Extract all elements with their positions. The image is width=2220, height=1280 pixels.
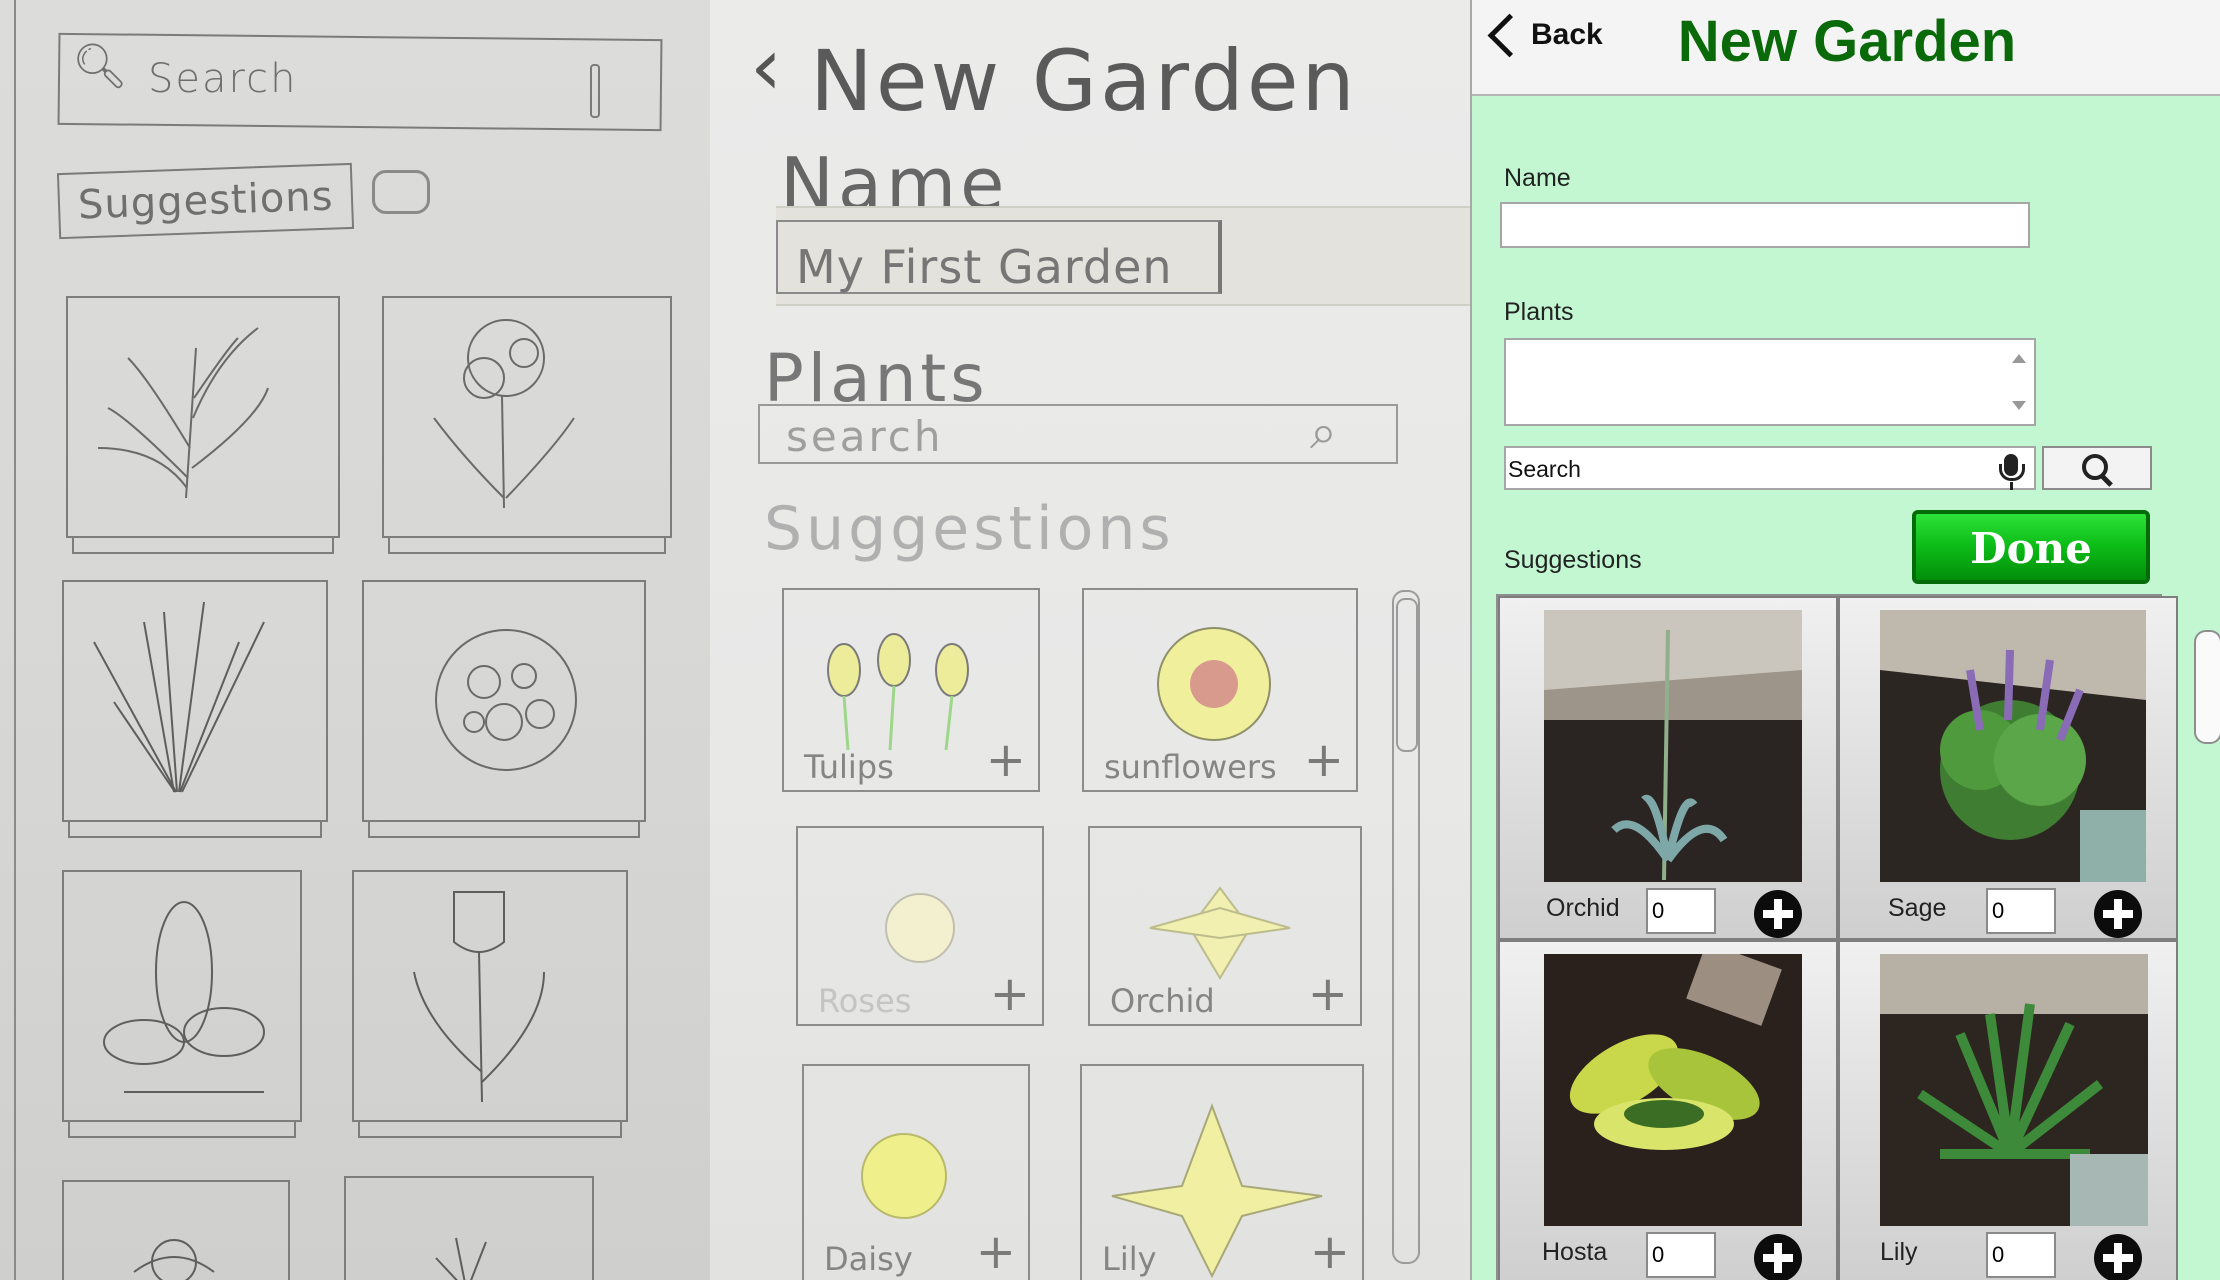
sketch-plant-tile <box>352 870 628 1138</box>
done-button[interactable]: Done <box>1912 510 2150 584</box>
plus-icon: + <box>1309 1224 1350 1280</box>
suggestion-card: Hosta <box>1498 940 1838 1280</box>
sketch-suggestions-label: Suggestions <box>764 494 1175 564</box>
camera-icon <box>372 170 430 214</box>
sketch-tile-label: Daisy <box>824 1240 913 1278</box>
plant-name: Orchid <box>1546 894 1620 922</box>
quantity-input[interactable] <box>1986 888 2056 934</box>
sketch-scroll-thumb <box>1396 598 1418 752</box>
suggestion-card: Orchid <box>1498 596 1838 940</box>
add-plus-icon[interactable] <box>1754 1234 1802 1280</box>
app-new-garden-screen: Back New Garden Name Plants Search Sugge… <box>1470 0 2220 1280</box>
plant-name: Sage <box>1888 894 1947 922</box>
sage-photo <box>1880 610 2146 882</box>
top-bar: Back New Garden <box>1472 0 2220 96</box>
sketch-plant-tile <box>66 296 340 554</box>
sketch-plant-tile <box>62 1180 290 1280</box>
sketch-tile-label: Lily <box>1102 1240 1157 1278</box>
sketch-plant-tile <box>382 296 672 554</box>
plants-list-scrollbar[interactable] <box>2008 340 2034 424</box>
tulip-drawing <box>413 891 545 1103</box>
sketch-name-value: My First Garden <box>796 240 1173 294</box>
plants-label: Plants <box>1504 298 1574 326</box>
sketch-suggestions-label: Suggestions <box>56 162 355 240</box>
microphone-icon <box>590 64 600 118</box>
lily-photo <box>1880 954 2148 1226</box>
suggestions-grid: Orchid Sage Hosta Lily <box>1496 594 2178 1280</box>
add-plus-icon[interactable] <box>1754 890 1802 938</box>
leafy-plant-drawing <box>103 901 265 1093</box>
name-input[interactable] <box>1500 202 2030 248</box>
search-icon: ⌕ <box>1310 404 1337 460</box>
add-plus-icon[interactable] <box>2094 1234 2142 1280</box>
search-button[interactable] <box>2042 446 2152 490</box>
sketch-tile-label: Roses <box>818 982 912 1020</box>
flower-drawing <box>433 319 575 509</box>
suggestions-scrollbar[interactable] <box>2194 630 2220 744</box>
microphone-icon[interactable] <box>1999 454 2025 490</box>
paper-sketch-new-garden: ‹ New Garden Name My First Garden Plants… <box>710 0 1470 1280</box>
grass-plant-drawing <box>97 327 269 499</box>
search-input[interactable]: Search <box>1504 446 2036 490</box>
suggestion-card: Lily <box>1838 940 2178 1280</box>
small-plant-drawing <box>435 1237 487 1280</box>
page-title: New Garden <box>1677 9 2017 74</box>
plus-icon: + <box>1303 732 1344 788</box>
sketch-title: New Garden <box>810 32 1358 130</box>
search-input-text: Search <box>1508 456 1581 482</box>
sketch-suggestion-tile: Orchid + <box>1088 826 1362 1026</box>
sketch-suggestion-tile: Daisy + <box>802 1064 1030 1280</box>
sketch-suggestion-tile: Tulips + <box>782 588 1040 792</box>
sketch-plant-tile <box>344 1176 594 1280</box>
quantity-input[interactable] <box>1986 1232 2056 1278</box>
done-label: Done <box>1970 524 2092 573</box>
round-flower-drawing <box>435 629 577 771</box>
plant-name: Hosta <box>1542 1238 1608 1266</box>
sketch-search-text: Search <box>148 56 298 102</box>
plants-list[interactable] <box>1504 338 2036 426</box>
sketch-tile-label: Orchid <box>1110 982 1215 1020</box>
spiky-plant-drawing <box>93 601 265 793</box>
sketch-search-text: search <box>786 412 944 461</box>
paper-edge <box>14 0 16 1280</box>
suggestions-label: Suggestions <box>1504 546 1642 574</box>
search-icon: 🔍︎ <box>72 41 128 92</box>
plant-name: Lily <box>1880 1238 1918 1266</box>
sketch-plant-tile <box>62 580 328 838</box>
sketch-tile-label: Tulips <box>804 748 894 786</box>
sketch-tile-label: sunflowers <box>1104 748 1277 786</box>
sketch-plant-tile <box>62 870 302 1138</box>
quantity-input[interactable] <box>1646 1232 1716 1278</box>
plus-icon: + <box>989 966 1030 1022</box>
plus-icon: + <box>1307 966 1348 1022</box>
name-label: Name <box>1504 164 1571 192</box>
sketch-suggestion-tile: Lily + <box>1080 1064 1364 1280</box>
sketch-suggestion-tile: sunflowers + <box>1082 588 1358 792</box>
add-plus-icon[interactable] <box>2094 890 2142 938</box>
quantity-input[interactable] <box>1646 888 1716 934</box>
sketch-suggestion-tile: Roses + <box>796 826 1044 1026</box>
plus-icon: + <box>985 732 1026 788</box>
scroll-down-icon[interactable] <box>2012 401 2026 410</box>
small-flower-drawing <box>133 1239 215 1280</box>
paper-sketch-search: 🔍︎ Search Suggestions <box>0 0 710 1280</box>
orchid-photo <box>1544 610 1802 882</box>
sketch-plant-tile <box>362 580 646 838</box>
suggestion-card: Sage <box>1838 596 2178 940</box>
hosta-photo <box>1544 954 1802 1226</box>
plus-icon: + <box>975 1224 1016 1280</box>
scroll-up-icon[interactable] <box>2012 354 2026 363</box>
back-chevron-icon: ‹ <box>750 20 782 113</box>
